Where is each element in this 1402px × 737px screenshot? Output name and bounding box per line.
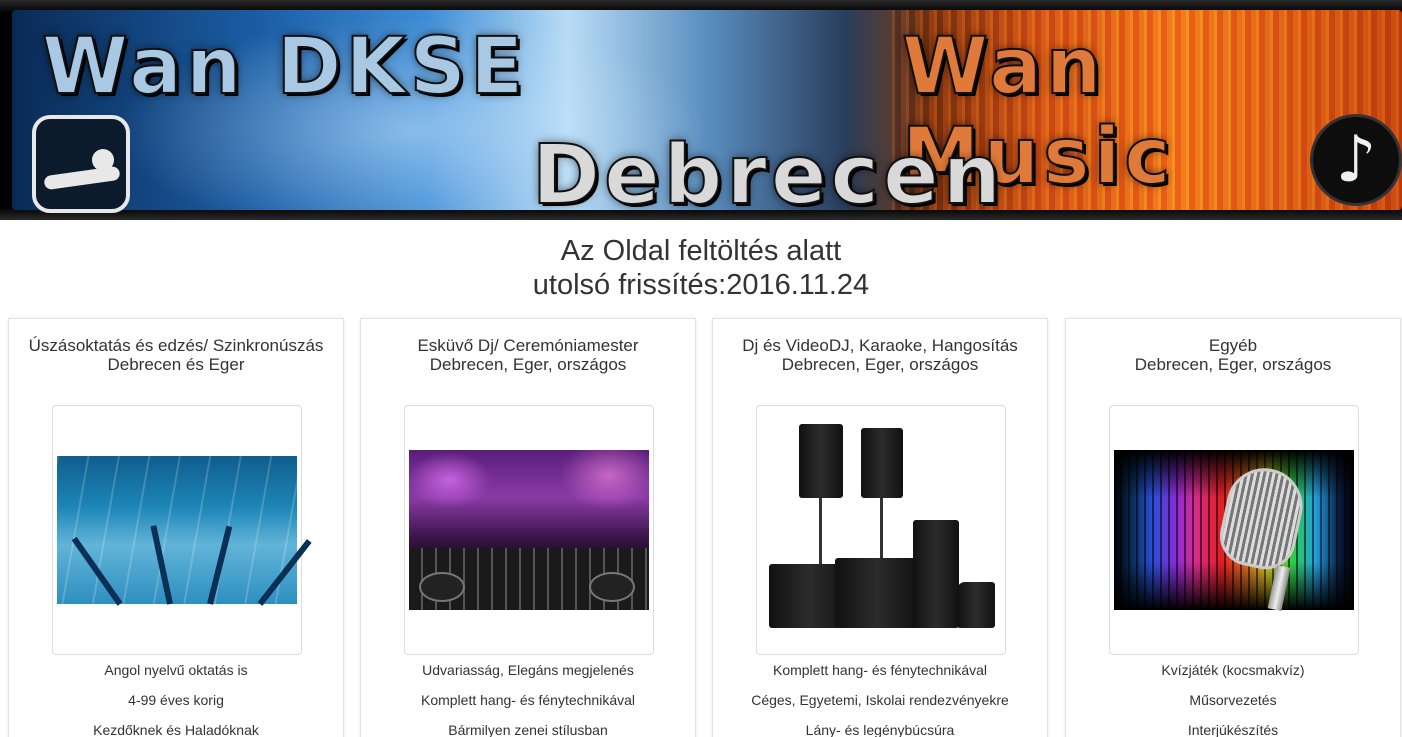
card-thumbnail[interactable] bbox=[1109, 405, 1359, 655]
service-card-other: Egyéb Debrecen, Eger, országos Kvízjáték… bbox=[1065, 318, 1401, 737]
swimmer-logo-icon bbox=[32, 115, 130, 213]
microphone-image bbox=[1114, 450, 1354, 611]
service-card-wedding-dj: Esküvő Dj/ Ceremóniamester Debrecen, Ege… bbox=[360, 318, 696, 737]
page-heading: Az Oldal feltöltés alatt utolsó frissíté… bbox=[0, 234, 1402, 302]
card-title: Esküvő Dj/ Ceremóniamester Debrecen, Ege… bbox=[361, 336, 695, 374]
list-item: 4-99 éves korig bbox=[128, 692, 224, 708]
card-thumbnail[interactable] bbox=[404, 405, 654, 655]
feature-list: Angol nyelvű oktatás is 4-99 éves korig … bbox=[9, 659, 343, 737]
card-title-line: Dj és VideoDJ, Karaoke, Hangosítás bbox=[742, 336, 1018, 355]
list-item: Bármilyen zenei stílusban bbox=[448, 722, 608, 737]
banner-image: Wan DKSE Wan Music Debrecen ♪ bbox=[12, 10, 1402, 220]
service-card-swimming: Úszásoktatás és edzés/ Szinkronúszás Deb… bbox=[8, 318, 344, 737]
last-update-line: utolsó frissítés:2016.11.24 bbox=[532, 269, 870, 301]
list-item: Céges, Egyetemi, Iskolai rendezvényekre bbox=[751, 692, 1009, 708]
card-thumbnail[interactable] bbox=[756, 405, 1006, 655]
feature-list: Udvariasság, Elegáns megjelenés Komplett… bbox=[361, 659, 695, 737]
feature-list: Komplett hang- és fénytechnikával Céges,… bbox=[713, 659, 1047, 737]
card-location-line: Debrecen, Eger, országos bbox=[429, 355, 627, 374]
card-title: Dj és VideoDJ, Karaoke, Hangosítás Debre… bbox=[713, 336, 1047, 374]
card-location-line: Debrecen, Eger, országos bbox=[781, 355, 979, 374]
card-title: Úszásoktatás és edzés/ Szinkronúszás Deb… bbox=[9, 336, 343, 374]
music-note-icon: ♪ bbox=[1310, 114, 1402, 206]
list-item: Kvízjáték (kocsmakvíz) bbox=[1161, 662, 1305, 678]
banner-title-city: Debrecen bbox=[531, 127, 1006, 220]
card-location-line: Debrecen és Eger bbox=[107, 355, 245, 374]
card-title-line: Úszásoktatás és edzés/ Szinkronúszás bbox=[28, 336, 324, 355]
card-location-line: Debrecen, Eger, országos bbox=[1134, 355, 1332, 374]
list-item: Komplett hang- és fénytechnikával bbox=[772, 662, 987, 678]
banner-title-left: Wan DKSE bbox=[41, 21, 528, 113]
status-line: Az Oldal feltöltés alatt bbox=[560, 235, 842, 267]
service-card-dj-karaoke: Dj és VideoDJ, Karaoke, Hangosítás Debre… bbox=[712, 318, 1048, 737]
card-title-line: Egyéb bbox=[1208, 336, 1258, 355]
list-item: Angol nyelvű oktatás is bbox=[104, 662, 248, 678]
list-item: Komplett hang- és fénytechnikával bbox=[420, 692, 635, 708]
list-item: Kezdőknek és Haladóknak bbox=[93, 722, 259, 737]
list-item: Műsorvezetés bbox=[1189, 692, 1277, 708]
feature-list: Kvízjáték (kocsmakvíz) Műsorvezetés Inte… bbox=[1066, 659, 1400, 737]
card-title: Egyéb Debrecen, Eger, országos bbox=[1066, 336, 1400, 374]
list-item: Udvariasság, Elegáns megjelenés bbox=[422, 662, 634, 678]
list-item: Lány- és legénybúcsúra bbox=[805, 722, 955, 737]
header-banner: Wan DKSE Wan Music Debrecen ♪ bbox=[0, 0, 1402, 220]
swimming-pool-image bbox=[57, 456, 312, 606]
dj-party-image bbox=[409, 450, 649, 610]
card-thumbnail[interactable] bbox=[52, 405, 312, 655]
card-title-line: Esküvő Dj/ Ceremóniamester bbox=[417, 336, 639, 355]
speakers-image bbox=[761, 422, 1001, 638]
list-item: Interjúkészítés bbox=[1187, 722, 1279, 737]
